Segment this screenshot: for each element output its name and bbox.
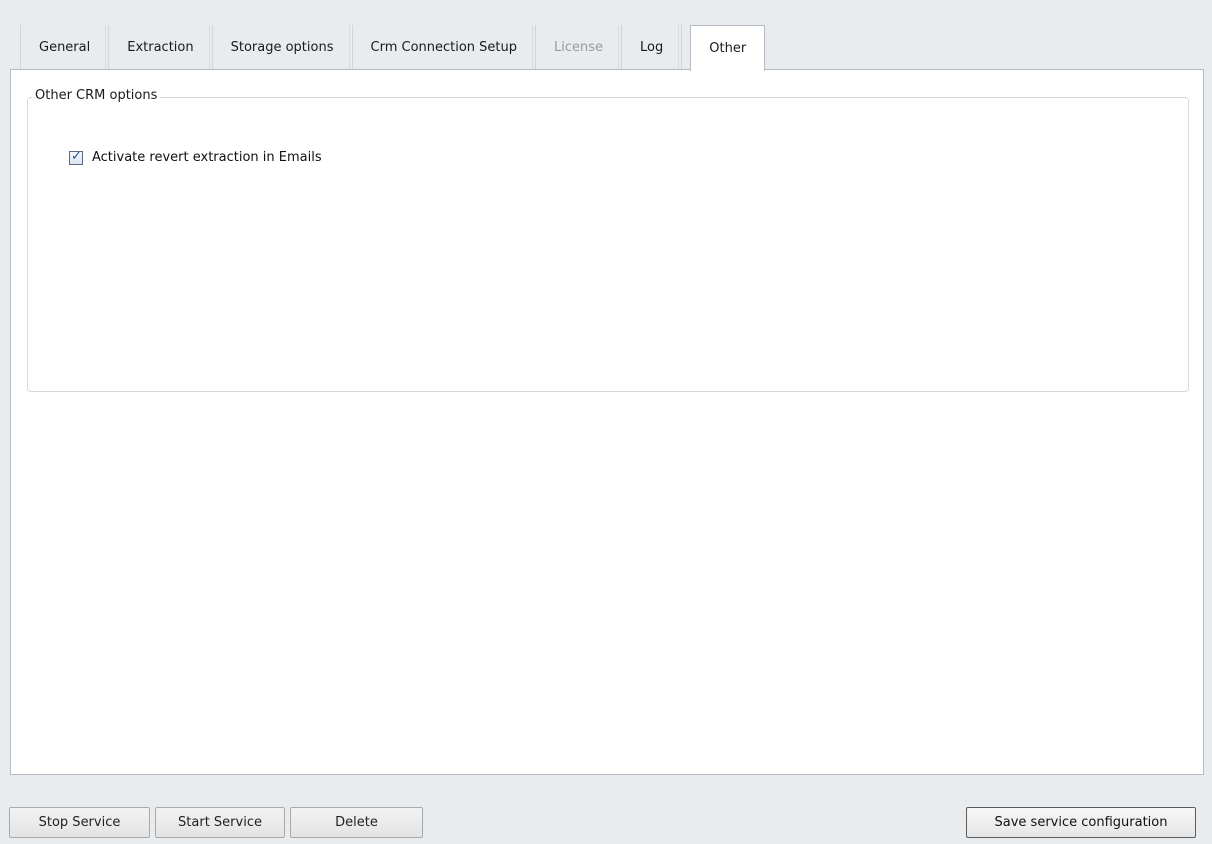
delete-button[interactable]: Delete [290, 807, 423, 838]
tab-extraction[interactable]: Extraction [109, 25, 213, 70]
tab-storage-options[interactable]: Storage options [212, 25, 353, 70]
revert-extraction-checkbox[interactable] [69, 149, 83, 165]
save-service-configuration-button[interactable]: Save service configuration [966, 807, 1196, 838]
tab-license: License [536, 25, 623, 70]
bottom-button-bar: Stop Service Start Service Delete Save s… [0, 786, 1212, 844]
tab-crm-connection-setup[interactable]: Crm Connection Setup [352, 25, 537, 70]
service-configuration-window: General Extraction Storage options Crm C… [0, 0, 1212, 844]
tab-panel-other: Other CRM options Activate revert extrac… [10, 69, 1204, 775]
stop-service-button[interactable]: Stop Service [9, 807, 150, 838]
tab-general[interactable]: General [20, 25, 110, 70]
start-service-button[interactable]: Start Service [155, 807, 285, 838]
tab-log[interactable]: Log [622, 25, 683, 70]
revert-extraction-label[interactable]: Activate revert extraction in Emails [92, 150, 322, 165]
revert-extraction-option[interactable]: Activate revert extraction in Emails [69, 149, 322, 165]
other-crm-options-group: Other CRM options Activate revert extrac… [27, 88, 1189, 392]
tab-strip: General Extraction Storage options Crm C… [20, 25, 766, 71]
tab-other[interactable]: Other [690, 25, 766, 71]
group-title: Other CRM options [32, 88, 161, 103]
